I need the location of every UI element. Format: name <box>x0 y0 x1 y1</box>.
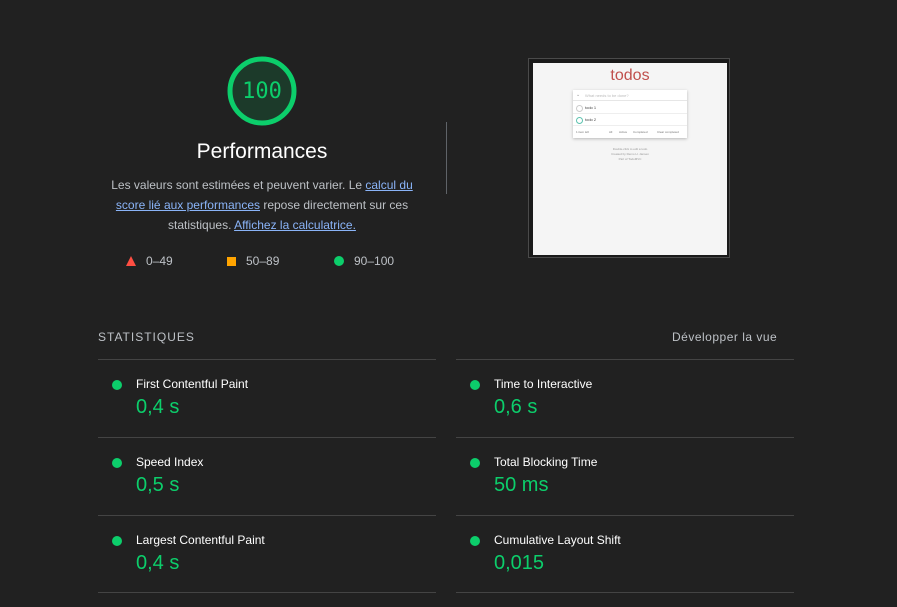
filter-completed: Completed <box>633 130 648 134</box>
screenshot-image: todos ⌄ What needs to be done? todo 1 to… <box>533 63 727 255</box>
todo-footer: 1 item left All Active Completed Clear c… <box>573 126 687 138</box>
pass-dot-icon <box>112 458 122 468</box>
todo-count: 1 item left <box>576 130 590 134</box>
metric-total-blocking-time: Total Blocking Time 50 ms <box>470 452 790 522</box>
legend-item-fail: 0–49 <box>126 253 173 269</box>
metric-title: Largest Contentful Paint <box>136 533 265 547</box>
lighthouse-report: 100 Performances Les valeurs sont estimé… <box>0 0 897 607</box>
divider <box>98 359 436 360</box>
metric-cumulative-layout-shift: Cumulative Layout Shift 0,015 <box>470 530 790 600</box>
info-line: Double-click to edit a todo <box>612 147 648 151</box>
chevron-down-icon: ⌄ <box>576 92 581 98</box>
green-circle-icon <box>334 256 344 266</box>
pass-dot-icon <box>470 380 480 390</box>
red-triangle-icon <box>126 256 136 266</box>
performance-score-gauge[interactable]: 100 <box>226 55 298 127</box>
todos-title: todos <box>610 67 650 84</box>
pass-dot-icon <box>470 536 480 546</box>
todo-input: ⌄ What needs to be done? <box>573 90 687 101</box>
description-text: Les valeurs sont estimées et peuvent var… <box>111 178 366 192</box>
filter-active: Active <box>619 130 628 134</box>
checkbox-icon <box>576 117 583 124</box>
legend-label: 50–89 <box>246 254 280 268</box>
metric-title: Time to Interactive <box>494 377 593 391</box>
todo-item-label: todo 1 <box>585 105 597 110</box>
todo-input-placeholder: What needs to be done? <box>585 93 629 98</box>
score-value: 100 <box>242 78 282 104</box>
metric-value: 50 ms <box>494 474 549 496</box>
metric-value: 0,5 s <box>136 474 180 496</box>
checkbox-icon <box>576 105 583 112</box>
filter-all: All <box>609 130 613 134</box>
todo-item: todo 2 <box>573 114 687 126</box>
pass-dot-icon <box>112 380 122 390</box>
category-title: Performances <box>196 140 328 163</box>
metric-value: 0,6 s <box>494 396 538 418</box>
legend-label: 90–100 <box>354 254 395 268</box>
legend-item-pass: 90–100 <box>334 253 394 269</box>
todo-card: ⌄ What needs to be done? todo 1 todo 2 1… <box>573 90 687 138</box>
metric-first-contentful-paint: First Contentful Paint 0,4 s <box>112 374 432 444</box>
legend-item-average: 50–89 <box>227 253 279 269</box>
expand-view-toggle[interactable]: Développer la vue <box>672 330 782 344</box>
orange-square-icon <box>227 256 236 266</box>
metric-title: Cumulative Layout Shift <box>494 533 621 547</box>
metric-title: Total Blocking Time <box>494 455 598 469</box>
metric-time-to-interactive: Time to Interactive 0,6 s <box>470 374 790 444</box>
divider <box>456 359 794 360</box>
metric-value: 0,015 <box>494 552 545 574</box>
info-line: Part of TodoMVC <box>618 157 642 161</box>
final-screenshot[interactable]: todos ⌄ What needs to be done? todo 1 to… <box>528 58 730 258</box>
score-description: Les valeurs sont estimées et peuvent var… <box>104 175 420 235</box>
pass-dot-icon <box>470 458 480 468</box>
metric-largest-contentful-paint: Largest Contentful Paint 0,4 s <box>112 530 432 600</box>
metrics-section-label: STATISTIQUES <box>98 330 195 344</box>
todo-item: todo 1 <box>573 102 687 114</box>
info-line: Created by Remo H. Jansen <box>611 152 649 156</box>
metric-value: 0,4 s <box>136 396 180 418</box>
metric-title: Speed Index <box>136 455 204 469</box>
metric-speed-index: Speed Index 0,5 s <box>112 452 432 522</box>
todo-item-label: todo 2 <box>585 117 597 122</box>
clear-completed: Clear completed <box>657 130 679 134</box>
metric-value: 0,4 s <box>136 552 180 574</box>
calculator-link[interactable]: Affichez la calculatrice. <box>234 218 356 232</box>
pass-dot-icon <box>112 536 122 546</box>
metric-title: First Contentful Paint <box>136 377 249 391</box>
legend-label: 0–49 <box>146 254 173 268</box>
vertical-divider <box>446 122 447 194</box>
